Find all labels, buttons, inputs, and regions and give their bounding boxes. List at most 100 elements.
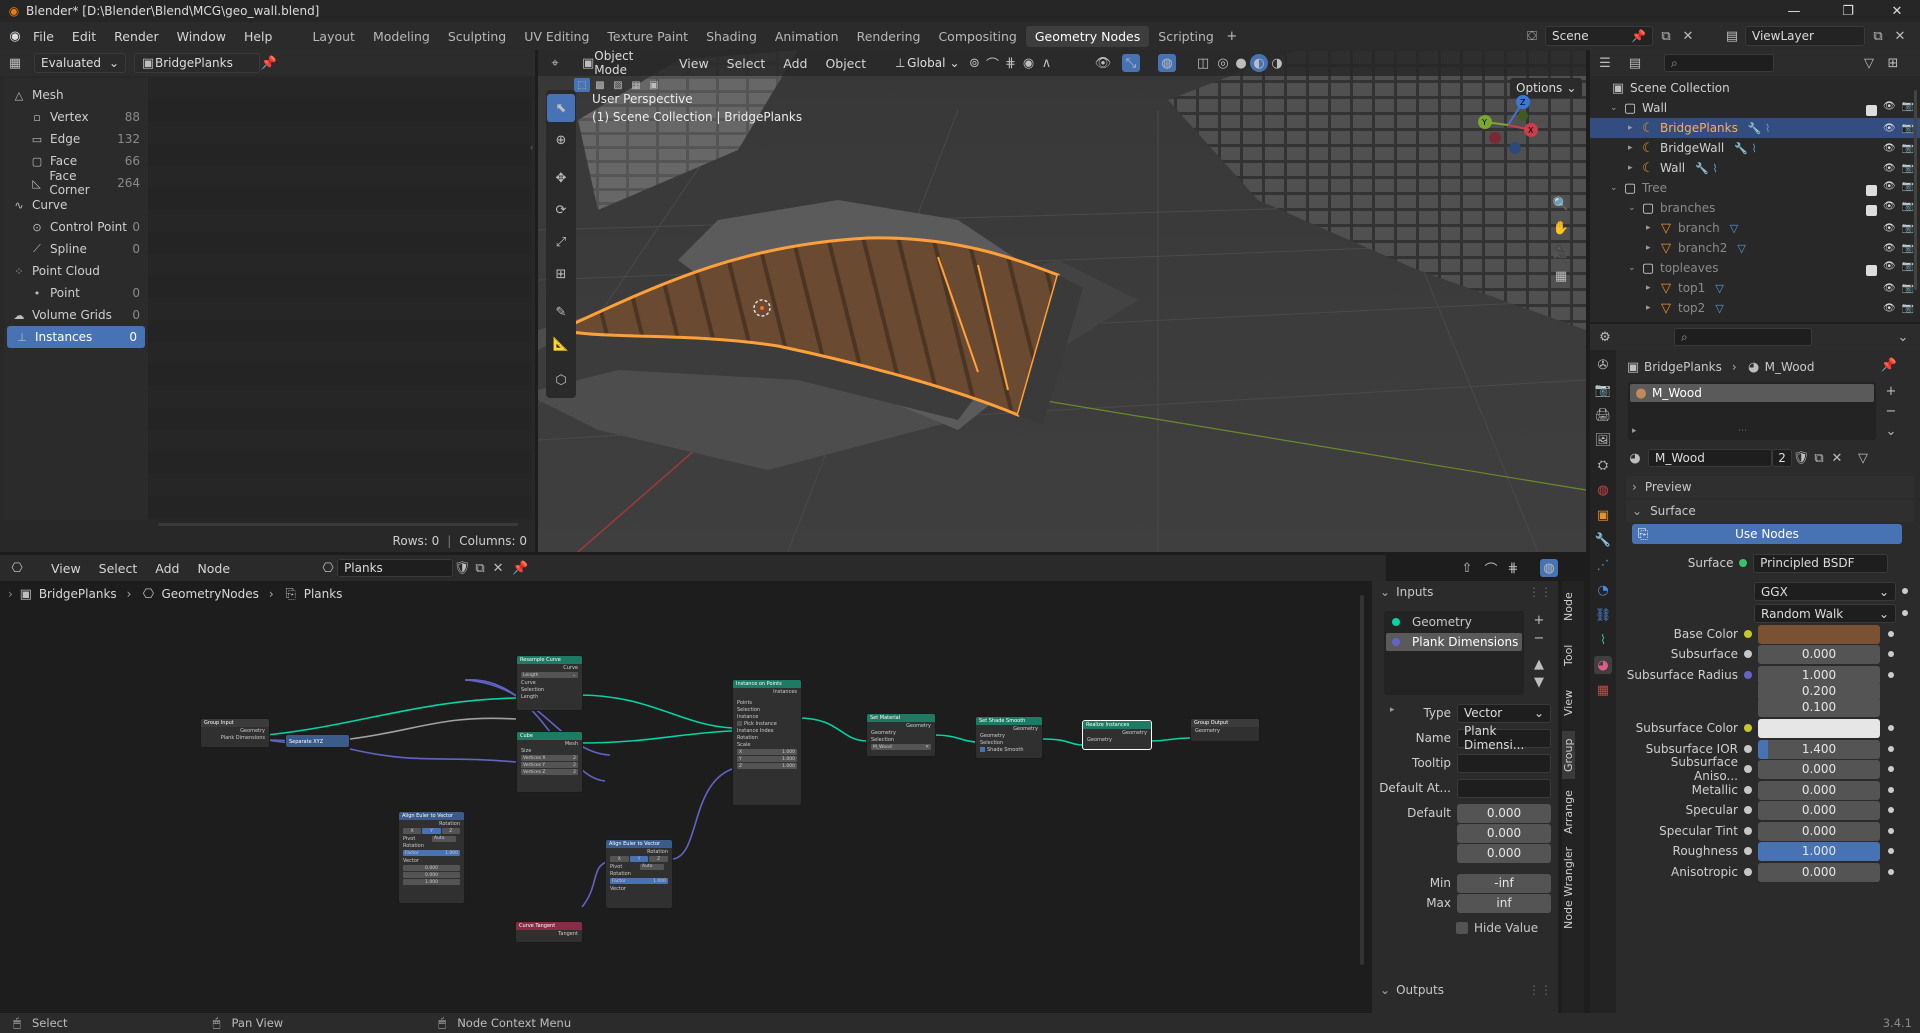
rendered-shading-icon[interactable]: ◑ (1268, 54, 1286, 72)
tab-animation[interactable]: Animation (766, 26, 848, 47)
visibility-eye-icon[interactable]: 👁 (1883, 143, 1896, 154)
factor-slider[interactable]: Factor 1.000 (610, 878, 668, 884)
add-input-icon[interactable]: + (1530, 611, 1548, 629)
filter-icon[interactable]: ▽ (1860, 54, 1878, 72)
factor-slider[interactable]: Factor 1.000 (403, 850, 460, 856)
ortho-toggle-icon[interactable]: ▦ (1552, 267, 1570, 285)
tab-layout[interactable]: Layout (303, 26, 364, 47)
curve-tangent-node[interactable]: Curve Tangent Tangent (515, 921, 583, 943)
tab-node[interactable]: Node (1562, 587, 1575, 627)
scale-x-field[interactable]: X 1.000 (737, 749, 797, 755)
viewport-3d[interactable]: ⌖ ▣ Object Mode View Select Add Object ⟂ Glob… (538, 50, 1586, 552)
menu-window[interactable]: Window (168, 29, 235, 44)
data-tab-icon[interactable]: ⌇ (1594, 631, 1612, 649)
outputs-panel-header[interactable]: ⌄ Outputs ⋮⋮ (1372, 979, 1558, 1001)
default-z-field[interactable]: 0.000 (1457, 843, 1551, 863)
menu-file[interactable]: File (24, 29, 63, 44)
new-scene-icon[interactable]: ⧉ (1657, 27, 1675, 45)
editor-type-icon[interactable]: ☰ (1596, 54, 1614, 72)
use-nodes-button[interactable]: ⎘ Use Nodes (1632, 524, 1902, 544)
keyframe-dot[interactable] (1888, 631, 1894, 637)
render-camera-icon[interactable]: 📷 (1902, 163, 1914, 174)
navigation-gizmo[interactable]: Z X Y (1473, 90, 1543, 160)
select-box-tool-icon[interactable]: ⬉ (547, 94, 575, 122)
duplicate-material-icon[interactable]: ⧉ (1810, 449, 1828, 467)
instance-on-points-node[interactable]: Instance on Points Instances Points Sele… (732, 679, 802, 806)
value-field[interactable]: 1.000 (1758, 841, 1880, 861)
outliner-row-bridgewall[interactable]: ▸ ☾ BridgeWall 🔧 ⌇ 👁 📷 (1590, 138, 1920, 158)
group-input-node[interactable]: Group Input Geometry Plank Dimensions (200, 718, 270, 748)
render-camera-icon[interactable]: 📷 (1902, 283, 1914, 294)
socket-icon[interactable] (1744, 630, 1752, 638)
measure-tool-icon[interactable]: 📐 (547, 330, 575, 358)
visibility-eye-icon[interactable]: 👁 (1883, 243, 1896, 254)
preview-panel-header[interactable]: › Preview (1626, 476, 1914, 498)
scene-collection-row[interactable]: ▣ Scene Collection (1590, 78, 1920, 98)
outliner-row-wall[interactable]: ▸ ☾ Wall 🔧 ⌇ 👁 📷 (1590, 158, 1920, 178)
minimize-button[interactable]: — (1771, 0, 1817, 22)
texture-tab-icon[interactable]: ▦ (1594, 681, 1612, 699)
fake-user-icon[interactable]: 🛡 (1792, 449, 1810, 467)
render-camera-icon[interactable]: 📷 (1902, 101, 1914, 116)
type-dropdown[interactable]: Vector ⌄ (1457, 703, 1551, 723)
data-set-instances[interactable]: ⊥ Instances 0 (7, 326, 145, 348)
render-tab-icon[interactable]: 📷 (1594, 381, 1612, 399)
vertices-y-field[interactable]: Vertices Y2 (521, 762, 578, 768)
group-output-node[interactable]: Group Output Geometry (1190, 718, 1260, 742)
slot-menu-icon[interactable]: ⌄ (1882, 422, 1900, 440)
color-swatch[interactable] (1758, 624, 1880, 644)
keyframe-dot[interactable] (1902, 610, 1908, 616)
annotate-tool-icon[interactable]: ✎ (547, 298, 575, 326)
tab-arrange[interactable]: Arrange (1562, 787, 1575, 837)
set-material-node[interactable]: Set Material Geometry Geometry Selection… (866, 713, 936, 757)
resample-mode-dropdown[interactable]: Length ⌄ (521, 672, 578, 678)
viewport-menu-select[interactable]: Select (718, 56, 775, 71)
viewport-menu-add[interactable]: Add (774, 56, 816, 71)
maximize-button[interactable]: ❐ (1825, 0, 1871, 22)
value-field[interactable]: 0.000 (1758, 862, 1880, 882)
exclude-checkbox[interactable] (1865, 264, 1877, 276)
snap-icon[interactable]: ⌒ (984, 54, 1002, 73)
min-field[interactable]: -inf (1457, 873, 1551, 893)
move-up-icon[interactable]: ▲ (1530, 655, 1548, 673)
new-collection-icon[interactable]: ⊞ (1884, 54, 1902, 72)
viewlayer-icon[interactable]: ▤ (1723, 27, 1741, 45)
tooltip-field[interactable] (1457, 753, 1551, 773)
move-tool-icon[interactable]: ✥ (547, 164, 575, 192)
render-camera-icon[interactable]: 📷 (1902, 181, 1914, 196)
pin-icon[interactable]: 📌 (260, 54, 278, 72)
outliner-row-wall[interactable]: ⌄ ▢ Wall 👁 📷 (1590, 98, 1920, 118)
modifier-icon[interactable]: 🔧 ⌇ (1695, 162, 1718, 175)
surface-shader-field[interactable]: Principled BSDF (1753, 553, 1888, 573)
socket-icon[interactable] (1744, 786, 1752, 794)
outliner-row-bridgeplanks[interactable]: ▸ ☾ BridgePlanks 🔧 ⌇ 👁 📷 (1590, 118, 1920, 138)
tool-tab-icon[interactable]: ✇ (1594, 356, 1612, 374)
tab-sculpting[interactable]: Sculpting (439, 26, 515, 47)
delete-viewlayer-icon[interactable]: ✕ (1891, 27, 1909, 45)
render-camera-icon[interactable]: 📷 (1902, 123, 1914, 134)
overlays-icon[interactable]: ◍ (1540, 559, 1558, 577)
editor-type-icon[interactable]: ⚙ (1596, 328, 1614, 346)
vector-y-field[interactable]: 0.000 (403, 872, 460, 878)
default-y-field[interactable]: 0.000 (1457, 823, 1551, 843)
realize-instances-node[interactable]: Realize Instances Geometry Geometry (1082, 720, 1152, 750)
expand-arrow-icon[interactable]: ⌄ (1628, 203, 1640, 213)
outliner-scrollbar[interactable] (1914, 90, 1917, 290)
value-field[interactable]: 0.000 (1758, 644, 1880, 664)
add-cube-tool-icon[interactable]: ⬡ (547, 366, 575, 394)
transform-tool-icon[interactable]: ⊞ (547, 260, 575, 288)
object-field[interactable]: ▣ BridgePlanks (134, 53, 260, 73)
tab-uv-editing[interactable]: UV Editing (515, 26, 598, 47)
visibility-eye-icon[interactable]: 👁 (1883, 283, 1896, 294)
delete-scene-icon[interactable]: ✕ (1679, 27, 1697, 45)
pick-instance-checkbox[interactable]: Pick Instance (733, 720, 801, 727)
visibility-icon[interactable]: 👁 (1094, 54, 1112, 72)
data-set-curve[interactable]: ∿ Curve (4, 194, 148, 216)
outliner-row-topleaves[interactable]: ⌄ ▢ topleaves 👁 📷 (1590, 258, 1920, 278)
object-tab-icon[interactable]: ▣ (1594, 506, 1612, 524)
value-field[interactable]: 0.000 (1758, 800, 1880, 820)
default-attribute-field[interactable] (1457, 778, 1551, 798)
set-shade-smooth-node[interactable]: Set Shade Smooth Geometry Geometry Selec… (975, 716, 1043, 759)
visibility-eye-icon[interactable]: 👁 (1883, 303, 1896, 314)
socket-icon[interactable] (1744, 806, 1752, 814)
